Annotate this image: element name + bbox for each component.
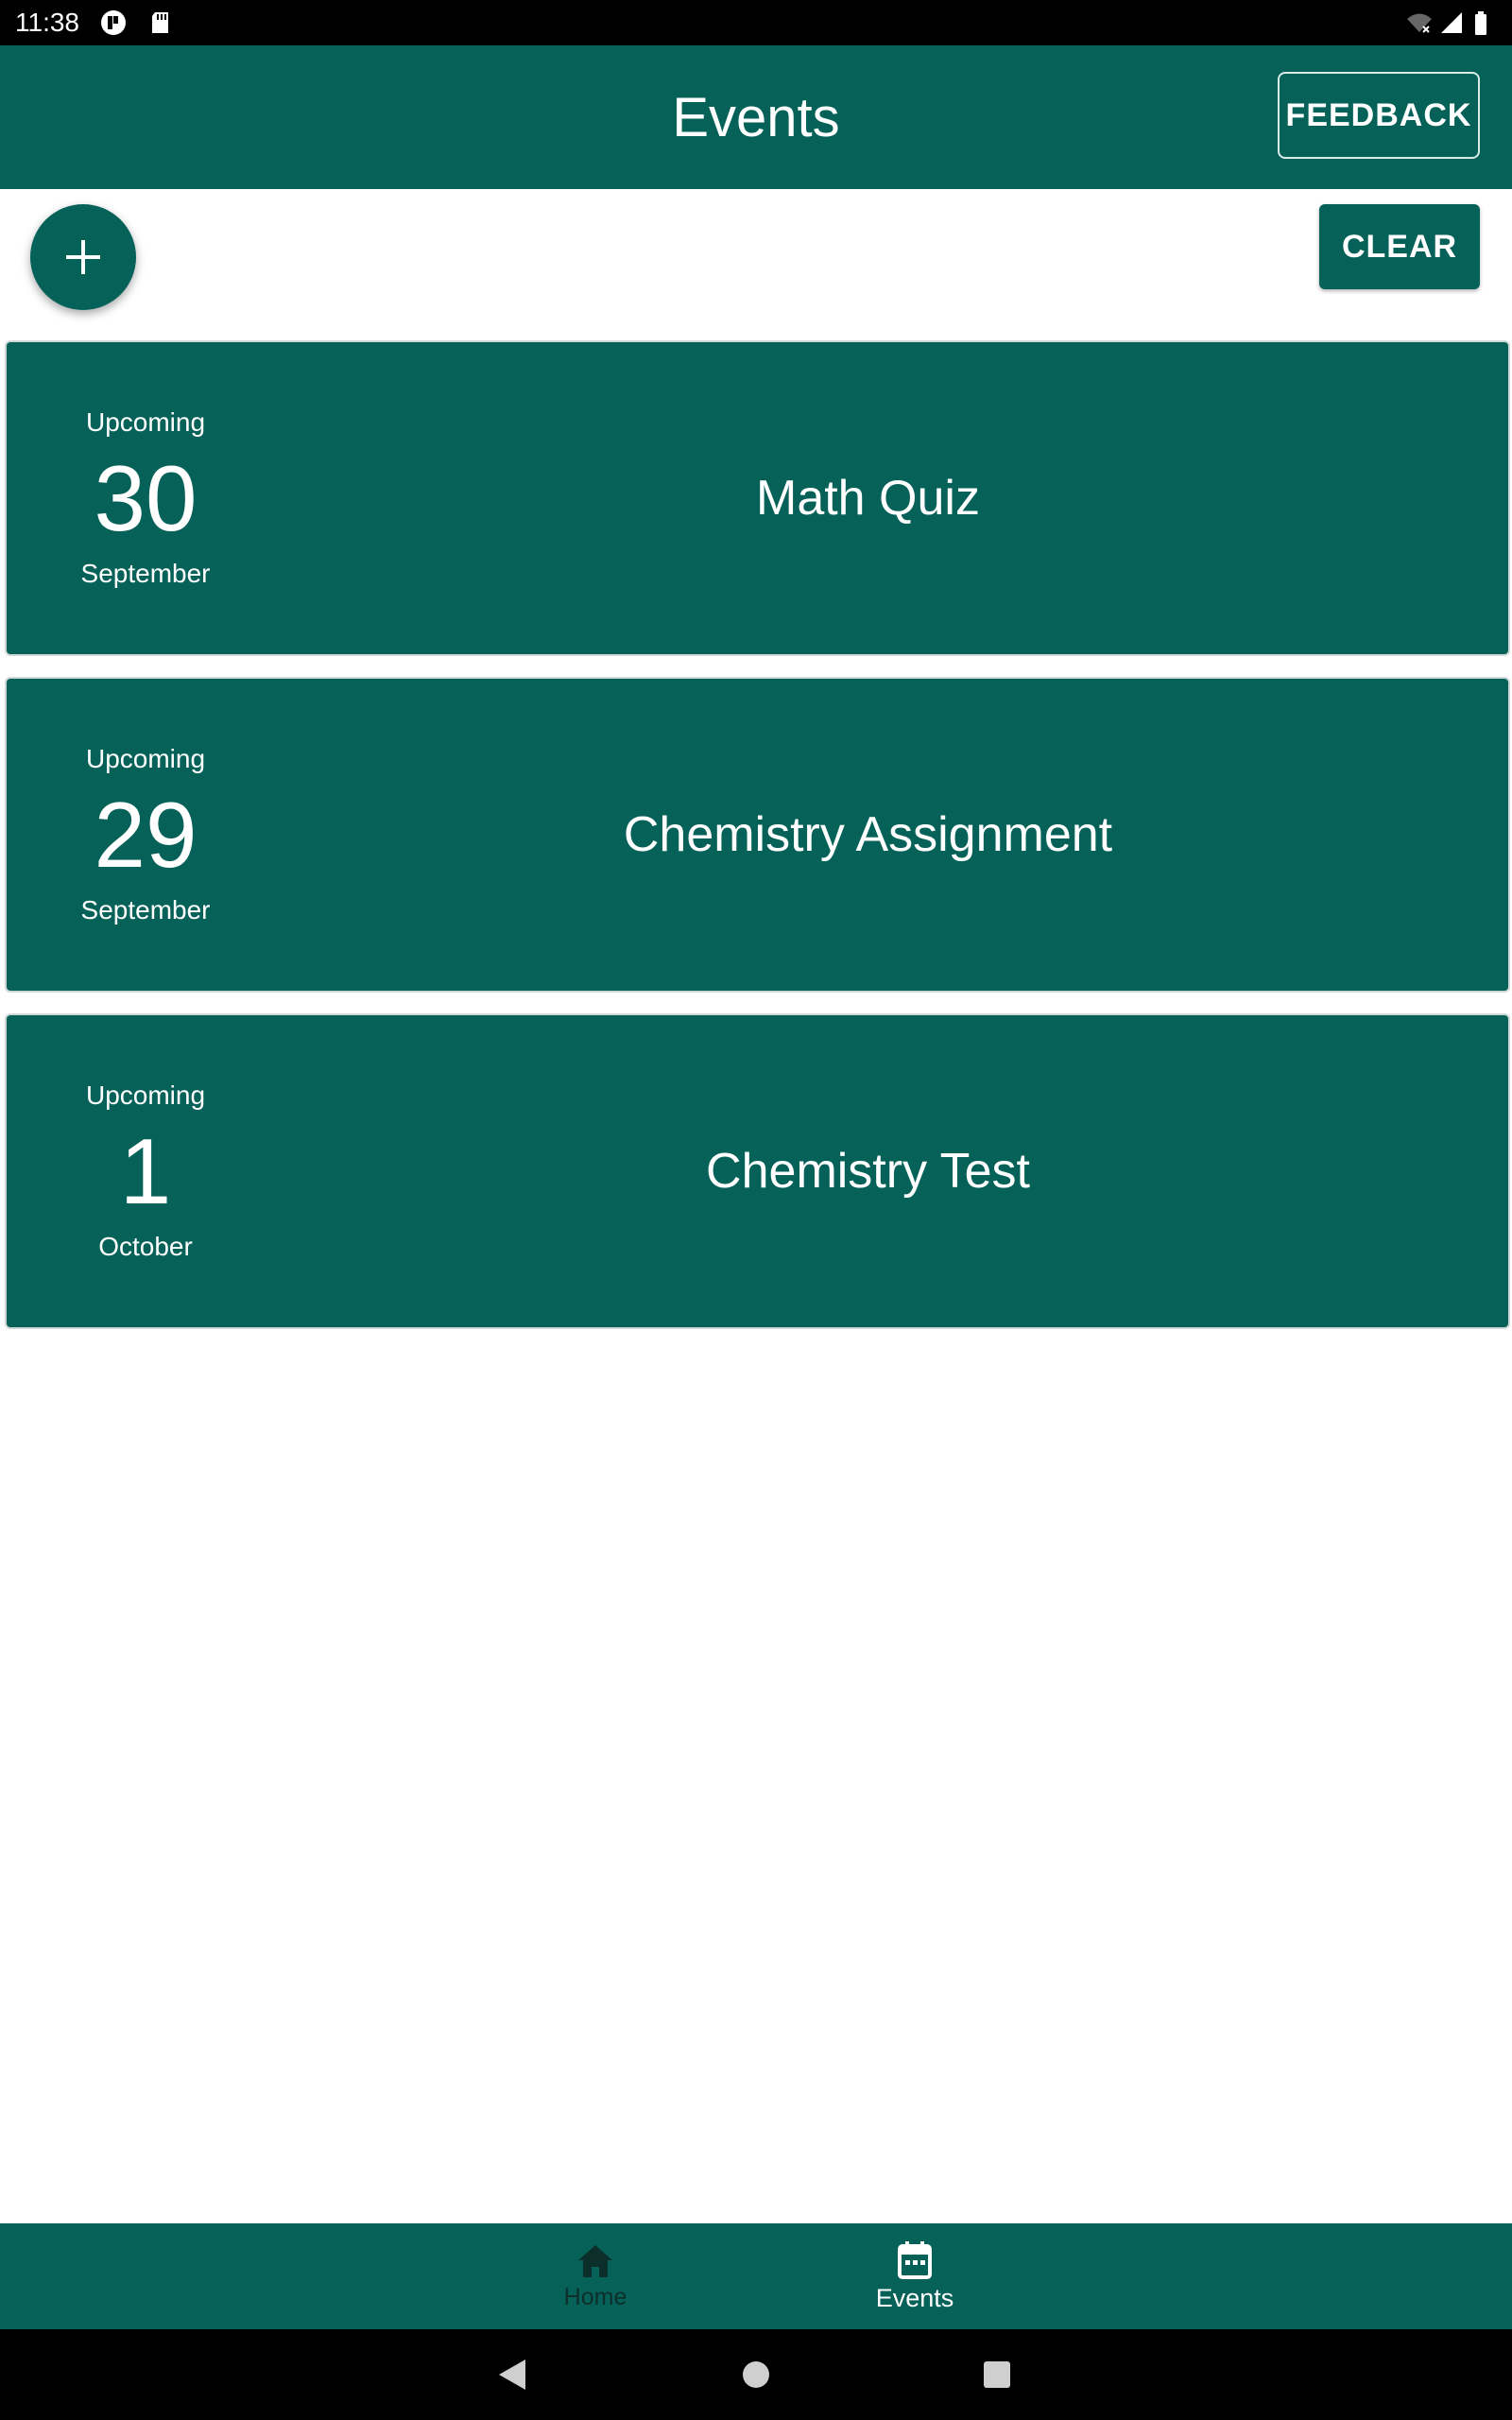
page-title: Events — [672, 86, 840, 148]
bottom-nav: Home Events — [0, 2223, 1512, 2329]
home-system-button[interactable] — [730, 2348, 782, 2401]
event-status: Upcoming — [85, 407, 206, 437]
add-event-button[interactable] — [30, 204, 136, 310]
event-day: 29 — [94, 783, 198, 887]
event-day: 1 — [119, 1119, 172, 1223]
event-month: September — [80, 895, 211, 925]
event-card[interactable]: Upcoming 29 September Chemistry Assignme… — [5, 677, 1510, 993]
sd-card-icon — [152, 12, 168, 33]
event-day: 30 — [94, 446, 198, 550]
status-bar: 11:38 — [0, 0, 1512, 45]
event-status: Upcoming — [85, 1080, 206, 1110]
nav-label-events: Events — [875, 2283, 954, 2312]
back-triangle-icon — [499, 2360, 525, 2390]
event-title: Chemistry Test — [706, 1144, 1030, 1199]
event-card[interactable]: Upcoming 30 September Math Quiz — [5, 340, 1510, 656]
system-nav-bar — [0, 2329, 1512, 2420]
nav-label-home: Home — [563, 2283, 627, 2310]
calendar-icon — [898, 2240, 932, 2279]
notification-app-icon — [101, 10, 126, 35]
nav-item-events[interactable]: Events — [820, 2223, 1009, 2329]
event-title: Math Quiz — [756, 471, 980, 526]
event-status: Upcoming — [85, 744, 206, 773]
event-date: Upcoming 1 October — [7, 1015, 284, 1327]
feedback-button[interactable]: FEEDBACK — [1278, 72, 1480, 159]
home-circle-icon — [743, 2361, 769, 2388]
status-time: 11:38 — [15, 8, 79, 37]
plus-icon — [66, 240, 100, 274]
event-date: Upcoming 29 September — [7, 679, 284, 991]
event-title: Chemistry Assignment — [623, 807, 1113, 862]
nav-item-home[interactable]: Home — [501, 2223, 690, 2329]
battery-icon — [1475, 11, 1486, 35]
back-button[interactable] — [486, 2348, 539, 2401]
event-card[interactable]: Upcoming 1 October Chemistry Test — [5, 1013, 1510, 1329]
app-bar: Events FEEDBACK — [0, 45, 1512, 189]
event-list: Upcoming 30 September Math Quiz Upcoming… — [5, 340, 1510, 1350]
home-icon — [578, 2244, 612, 2277]
recents-button[interactable] — [971, 2348, 1023, 2401]
clear-button[interactable]: CLEAR — [1319, 204, 1480, 289]
event-date: Upcoming 30 September — [7, 342, 284, 654]
recents-square-icon — [984, 2361, 1010, 2388]
cellular-signal-icon — [1441, 12, 1462, 33]
event-month: October — [98, 1232, 193, 1261]
event-month: September — [80, 559, 211, 588]
wifi-icon — [1407, 13, 1432, 33]
